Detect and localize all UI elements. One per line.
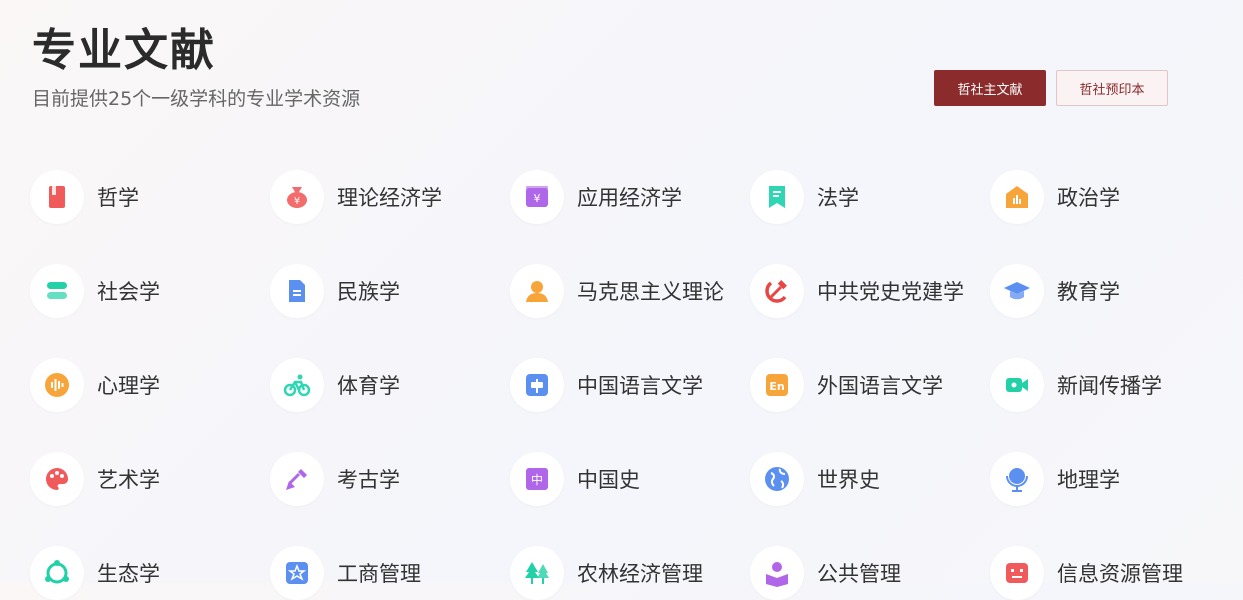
document-icon (270, 264, 324, 318)
subject-item[interactable]: 中国语言文学 (510, 358, 740, 412)
page-subtitle: 目前提供25个一级学科的专业学术资源 (32, 88, 361, 110)
subject-label: 中国语言文学 (577, 374, 703, 398)
subject-item[interactable]: 法学 (750, 170, 980, 224)
subject-label: 农林经济管理 (577, 562, 703, 586)
shovel-icon (270, 452, 324, 506)
subject-label: 公共管理 (817, 562, 901, 586)
subject-item[interactable]: 地理学 (990, 452, 1220, 506)
subject-item[interactable]: 心理学 (30, 358, 260, 412)
english-icon: En (750, 358, 804, 412)
subject-item[interactable]: 新闻传播学 (990, 358, 1220, 412)
subject-label: 民族学 (337, 280, 400, 304)
star-box-icon (270, 546, 324, 600)
subject-item[interactable]: 马克思主义理论 (510, 264, 740, 318)
subject-item[interactable]: 工商管理 (270, 546, 500, 600)
globe-stand-icon (990, 452, 1044, 506)
layers-icon (30, 264, 84, 318)
subject-item[interactable]: 中 中国史 (510, 452, 740, 506)
money-bag-icon: ¥ (270, 170, 324, 224)
subject-item[interactable]: En 外国语言文学 (750, 358, 980, 412)
subject-label: 地理学 (1057, 468, 1120, 492)
subject-label: 外国语言文学 (817, 374, 943, 398)
subject-label: 工商管理 (337, 562, 421, 586)
book-icon (30, 170, 84, 224)
subject-label: 信息资源管理 (1057, 562, 1183, 586)
philosophy-social-preprint-button[interactable]: 哲社预印本 (1056, 70, 1168, 106)
subject-label: 心理学 (97, 374, 160, 398)
subject-item[interactable]: ¥ 应用经济学 (510, 170, 740, 224)
subject-item[interactable]: ¥ 理论经济学 (270, 170, 500, 224)
subject-label: 生态学 (97, 562, 160, 586)
subject-label: 马克思主义理论 (577, 280, 724, 304)
person-icon (510, 264, 564, 318)
graduation-cap-icon (990, 264, 1044, 318)
subject-item[interactable]: 生态学 (30, 546, 260, 600)
subject-item[interactable]: 民族学 (270, 264, 500, 318)
bicycle-icon (270, 358, 324, 412)
hammer-sickle-icon (750, 264, 804, 318)
svg-text:中: 中 (531, 472, 543, 487)
chat-icon (510, 358, 564, 412)
subject-item[interactable]: 考古学 (270, 452, 500, 506)
subject-label: 社会学 (97, 280, 160, 304)
subject-item[interactable]: 艺术学 (30, 452, 260, 506)
building-chart-icon (990, 170, 1044, 224)
subject-label: 体育学 (337, 374, 400, 398)
globe-icon (750, 452, 804, 506)
zhong-seal-icon: 中 (510, 452, 564, 506)
subject-item[interactable]: 政治学 (990, 170, 1220, 224)
subject-label: 中共党史党建学 (817, 280, 964, 304)
person-book-icon (750, 546, 804, 600)
yuan-box-icon: ¥ (510, 170, 564, 224)
subject-label: 教育学 (1057, 280, 1120, 304)
sound-wave-icon (30, 358, 84, 412)
subject-item[interactable]: 信息资源管理 (990, 546, 1220, 600)
subject-item[interactable]: 世界史 (750, 452, 980, 506)
subject-label: 艺术学 (97, 468, 160, 492)
subject-label: 中国史 (577, 468, 640, 492)
subject-label: 考古学 (337, 468, 400, 492)
subject-item[interactable]: 中共党史党建学 (750, 264, 980, 318)
trees-icon (510, 546, 564, 600)
subject-label: 政治学 (1057, 186, 1120, 210)
page-title: 专业文献 (32, 25, 216, 76)
svg-text:En: En (769, 380, 784, 393)
philosophy-social-literature-button[interactable]: 哲社主文献 (934, 70, 1046, 106)
subject-label: 新闻传播学 (1057, 374, 1162, 398)
subject-item[interactable]: 哲学 (30, 170, 260, 224)
subject-label: 哲学 (97, 186, 139, 210)
subject-item[interactable]: 教育学 (990, 264, 1220, 318)
subject-label: 理论经济学 (337, 186, 442, 210)
info-board-icon (990, 546, 1044, 600)
subject-item[interactable]: 体育学 (270, 358, 500, 412)
subject-label: 法学 (817, 186, 859, 210)
bookmark-icon (750, 170, 804, 224)
svg-text:¥: ¥ (534, 192, 541, 205)
video-camera-icon (990, 358, 1044, 412)
subject-item[interactable]: 社会学 (30, 264, 260, 318)
subject-item[interactable]: 公共管理 (750, 546, 980, 600)
subject-label: 应用经济学 (577, 186, 682, 210)
palette-icon (30, 452, 84, 506)
ecology-icon (30, 546, 84, 600)
subject-label: 世界史 (817, 468, 880, 492)
subject-item[interactable]: 农林经济管理 (510, 546, 740, 600)
svg-text:¥: ¥ (294, 196, 300, 207)
